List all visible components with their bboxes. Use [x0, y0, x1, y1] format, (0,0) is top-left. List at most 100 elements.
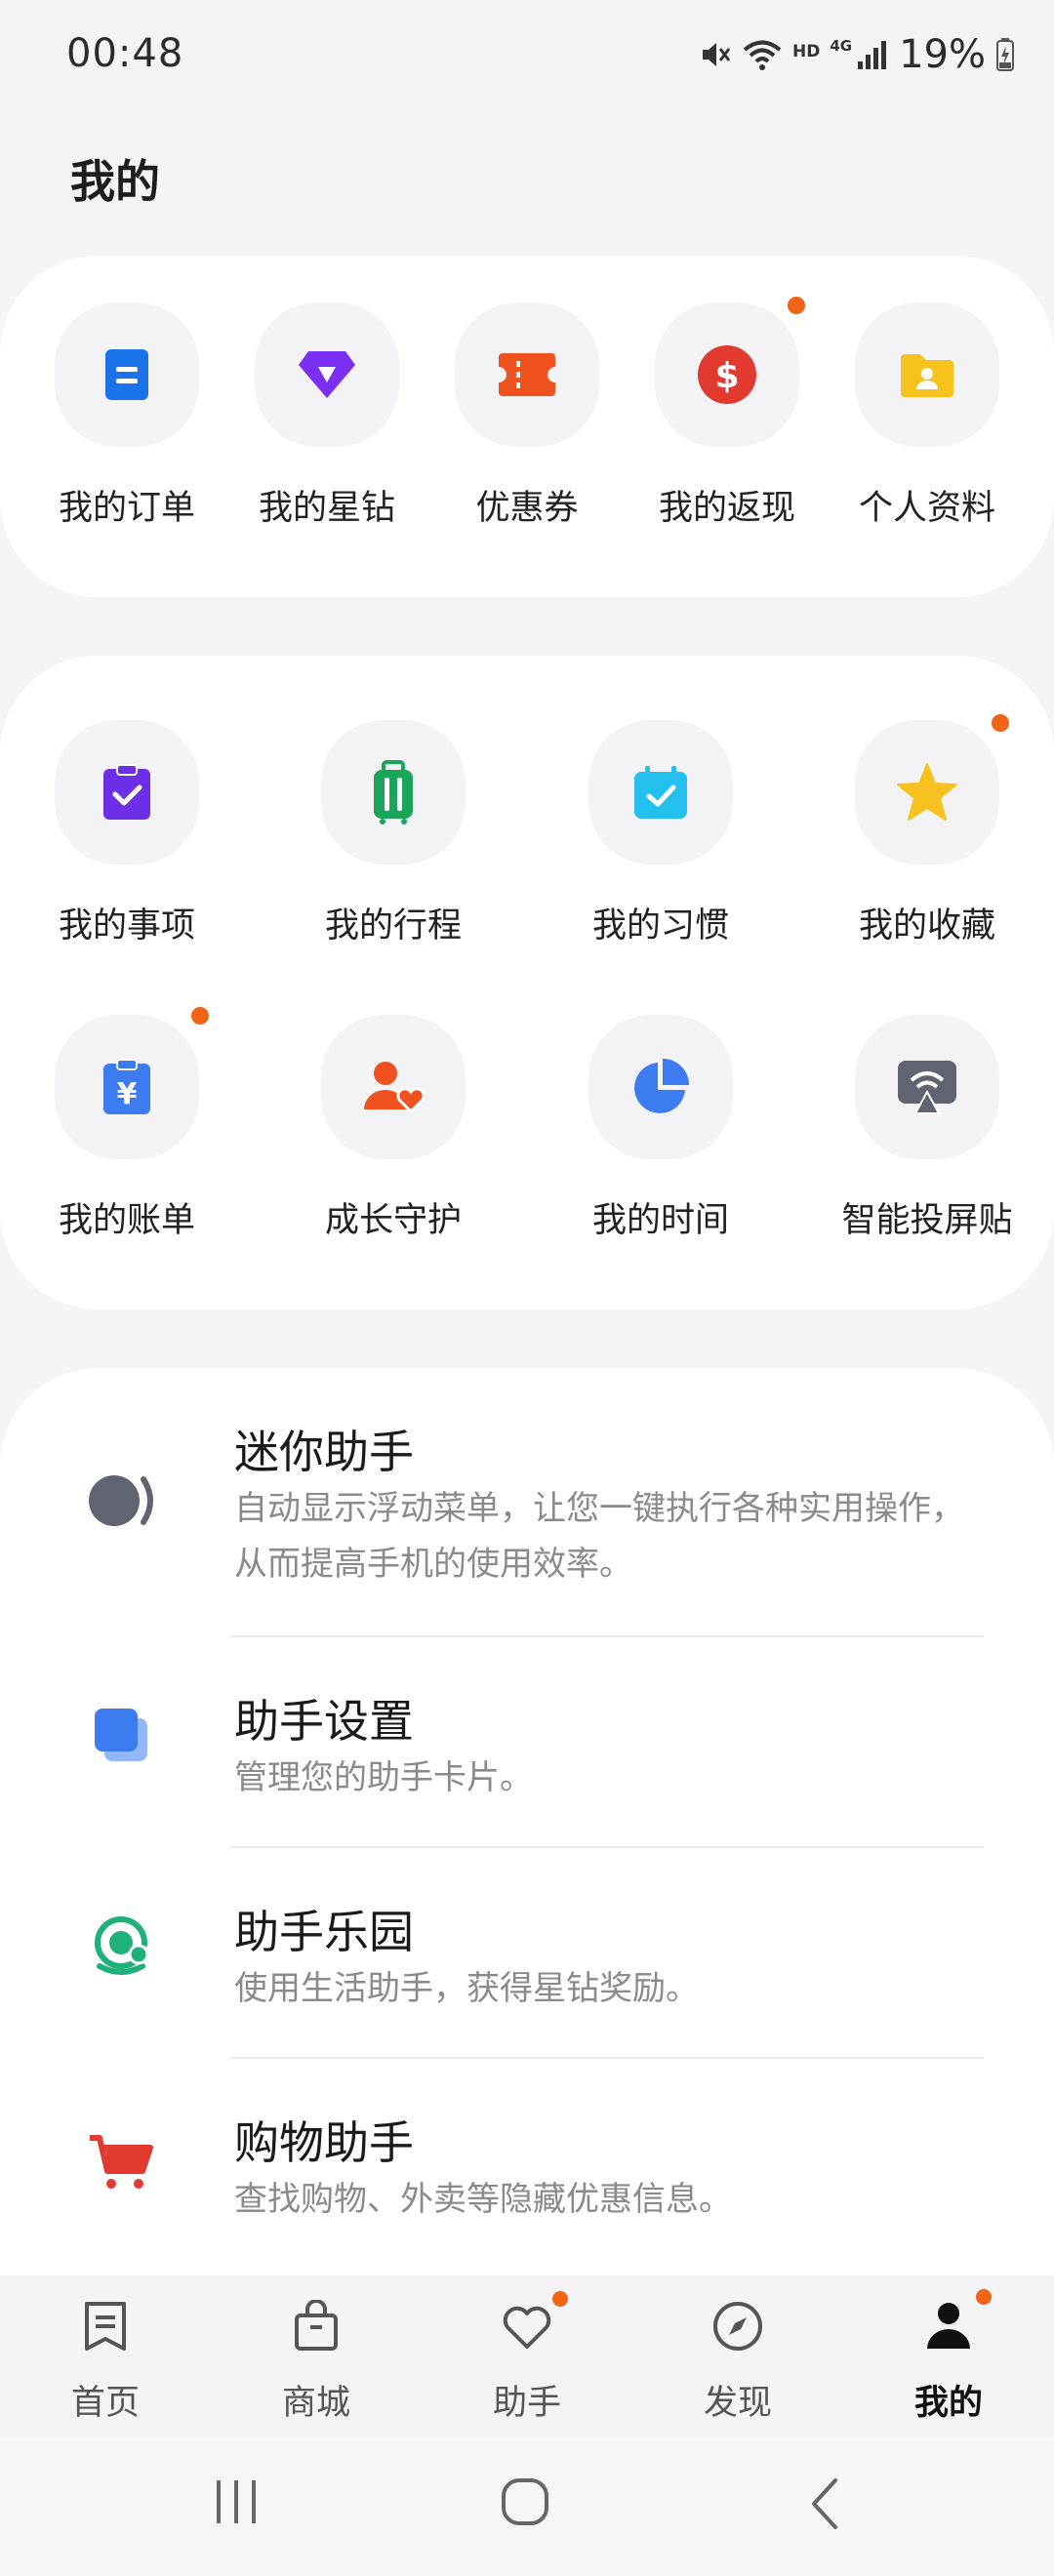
profile-tile: [855, 302, 999, 447]
smart-cast-tile: [855, 1015, 999, 1159]
assistant-list-card: 迷你助手 自动显示浮动菜单，让您一键执行各种实用操作，从而提高手机的使用效率。 …: [0, 1368, 1054, 2275]
nav-label: 助手: [449, 2375, 605, 2425]
shop-bag-icon: [238, 2295, 394, 2357]
nav-item-discover[interactable]: 发现: [660, 2295, 816, 2425]
signal-icon: [856, 38, 889, 71]
grid-item-smart-cast[interactable]: 智能投屏贴: [830, 1015, 1025, 1242]
list-item-assistant-park[interactable]: 助手乐园 使用生活助手，获得星钻奖励。: [0, 1897, 1054, 2014]
grid-label: 我的收藏: [830, 898, 1025, 947]
recents-icon[interactable]: [207, 2476, 265, 2531]
list-title: 助手乐园: [234, 1897, 414, 1961]
compass-icon: [660, 2295, 816, 2357]
screen-time-tile: [588, 1015, 733, 1159]
grid-item-bills[interactable]: ¥ 我的账单: [29, 1015, 224, 1242]
notification-dot: [788, 297, 805, 314]
grid-label: 我的返现: [629, 480, 825, 530]
grid-item-screen-time[interactable]: 我的时间: [563, 1015, 758, 1242]
home-icon: [27, 2295, 183, 2357]
favorites-tile: [855, 720, 999, 865]
divider: [230, 2057, 984, 2059]
nav-label: 首页: [27, 2375, 183, 2425]
list-title: 迷你助手: [234, 1417, 414, 1481]
list-item-mini-assistant[interactable]: 迷你助手 自动显示浮动菜单，让您一键执行各种实用操作，从而提高手机的使用效率。: [0, 1417, 1054, 1592]
profile-folder-icon: [899, 350, 955, 399]
list-desc: 管理您的助手卡片。: [234, 1751, 976, 1806]
nav-label: 发现: [660, 2375, 816, 2425]
notification-dot: [191, 1007, 209, 1025]
back-icon[interactable]: [802, 2476, 851, 2535]
list-desc: 查找购物、外卖等隐藏优惠信息。: [234, 2172, 976, 2228]
tasks-tile: [55, 720, 199, 865]
svg-text:¥: ¥: [117, 1077, 138, 1111]
status-time: 00:48: [66, 31, 183, 76]
notification-dot: [992, 714, 1009, 732]
nav-label: 我的: [871, 2375, 1027, 2425]
order-icon: [103, 347, 150, 402]
status-icons: HD 4G 19%: [699, 29, 1015, 80]
screen-cast-icon: [896, 1059, 958, 1115]
nav-item-shop[interactable]: 商城: [238, 2295, 394, 2425]
nav-item-assistant[interactable]: 助手: [449, 2295, 605, 2425]
cashback-tile: $: [655, 302, 799, 447]
tools-card: 我的事项 我的行程 我的习惯: [0, 656, 1054, 1309]
star-icon: [896, 762, 958, 823]
nav-item-home[interactable]: 首页: [27, 2295, 183, 2425]
wifi-icon: [742, 38, 783, 71]
list-title: 购物助手: [234, 2108, 414, 2172]
grid-label: 我的事项: [29, 898, 224, 947]
grid-label: 我的行程: [296, 898, 491, 947]
grid-item-favorites[interactable]: 我的收藏: [830, 720, 1025, 947]
grid-item-tasks[interactable]: 我的事项: [29, 720, 224, 947]
coupons-tile: [455, 302, 599, 447]
divider: [230, 1846, 984, 1848]
coupon-icon: [497, 351, 557, 398]
list-item-assistant-settings[interactable]: 助手设置 管理您的助手卡片。: [0, 1686, 1054, 1803]
grid-item-profile[interactable]: 个人资料: [830, 302, 1025, 530]
bill-icon: ¥: [101, 1058, 152, 1116]
cashback-icon: $: [697, 344, 757, 405]
user-icon: [871, 2295, 1027, 2357]
grid-label: 个人资料: [830, 480, 1025, 530]
mute-icon: [699, 38, 732, 71]
diamonds-tile: [255, 302, 399, 447]
grid-item-guardian[interactable]: 成长守护: [296, 1015, 491, 1242]
grid-item-habits[interactable]: 我的习惯: [563, 720, 758, 947]
notification-dot: [552, 2291, 568, 2307]
cart-icon: [82, 2123, 160, 2201]
home-button-icon[interactable]: [500, 2476, 554, 2535]
grid-item-cashback[interactable]: $ 我的返现: [629, 302, 825, 530]
trips-tile: [321, 720, 466, 865]
mini-assistant-icon: [82, 1462, 160, 1540]
grid-item-diamonds[interactable]: 我的星钻: [229, 302, 425, 530]
system-nav-bar: [0, 2437, 1054, 2576]
svg-text:$: $: [714, 356, 739, 396]
guardian-icon: [362, 1059, 425, 1115]
list-item-shopping-assistant[interactable]: 购物助手 查找购物、外卖等隐藏优惠信息。: [0, 2108, 1054, 2225]
network-type: 4G: [830, 37, 852, 55]
quick-actions-card: 我的订单 我的星钻 优惠券 $ 我的返: [0, 256, 1054, 597]
luggage-icon: [370, 760, 417, 825]
list-desc: 自动显示浮动菜单，让您一键执行各种实用操作，从而提高手机的使用效率。: [234, 1481, 976, 1592]
hd-indicator: HD: [792, 42, 820, 61]
pie-chart-icon: [630, 1057, 691, 1117]
grid-label: 成长守护: [296, 1192, 491, 1242]
grid-label: 我的订单: [29, 480, 224, 530]
habits-tile: [588, 720, 733, 865]
grid-item-trips[interactable]: 我的行程: [296, 720, 491, 947]
bottom-nav: 首页 商城 助手 发现: [0, 2275, 1054, 2437]
nav-item-me[interactable]: 我的: [871, 2295, 1027, 2425]
diamond-icon: [297, 349, 357, 400]
guardian-tile: [321, 1015, 466, 1159]
cards-icon: [82, 1696, 160, 1774]
grid-label: 我的星钻: [229, 480, 425, 530]
grid-label: 我的时间: [563, 1192, 758, 1242]
calendar-check-icon: [632, 764, 689, 821]
grid-label: 优惠券: [429, 480, 625, 530]
battery-percent: 19%: [899, 32, 986, 77]
orders-tile: [55, 302, 199, 447]
heart-icon: [449, 2295, 605, 2357]
grid-item-orders[interactable]: 我的订单: [29, 302, 224, 530]
grid-item-coupons[interactable]: 优惠券: [429, 302, 625, 530]
grid-label: 我的习惯: [563, 898, 758, 947]
list-title: 助手设置: [234, 1686, 414, 1751]
